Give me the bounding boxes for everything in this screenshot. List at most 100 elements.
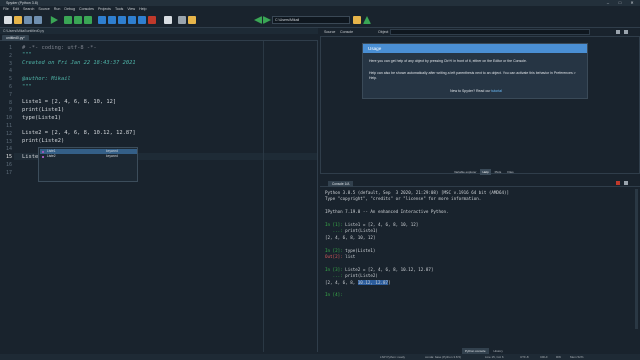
output-prompt: Out[2]: — [325, 254, 346, 259]
console-text: print(Liste1) — [345, 228, 378, 234]
console-text: ...: — [325, 228, 346, 234]
line-gutter: 1 2 3 4 5 6 7 8 9 10 11 12 13 14 15 16 17 — [0, 41, 14, 352]
usage-title: Usage — [363, 44, 587, 53]
working-directory-input[interactable]: C:\Users\Mikail — [272, 16, 350, 24]
console-text: ...: — [325, 273, 346, 279]
console-line: In [3]: Liste2 = [2, 4, 6, 8, 10.12, 12.… — [325, 267, 433, 272]
python-path-icon[interactable] — [188, 16, 196, 24]
window-title: Spyder (Python 3.8) — [6, 1, 38, 5]
line-number: 10 — [5, 115, 12, 122]
console-text: Python 3.8.5 (default, Sep 3 2020, 21:29… — [325, 190, 510, 195]
line-number: 6 — [8, 84, 12, 90]
code-line: Liste1 = [2, 4, 6, 8, 10, 12] — [22, 99, 117, 106]
status-lsp: LSP Python: ready — [380, 355, 405, 359]
status-rw: RW — [556, 355, 561, 359]
status-eol: CRLF — [540, 355, 548, 359]
run-icon[interactable] — [50, 16, 58, 24]
code-line: Created on Fri Jan 22 18:43:37 2021 — [22, 60, 136, 67]
maximize-pane-icon[interactable] — [164, 16, 172, 24]
run-cell-icon[interactable] — [64, 16, 72, 24]
console-line: [2, 4, 6, 8, 10, 12] — [325, 235, 375, 240]
step-icon[interactable] — [108, 16, 116, 24]
line-number: 2 — [8, 52, 12, 59]
console-scrollbar[interactable] — [635, 189, 638, 329]
preferences-icon[interactable] — [178, 16, 186, 24]
toolbar: C:\Users\Mikail — [0, 12, 640, 28]
variable-icon — [42, 155, 44, 158]
line-number: 16 — [5, 162, 12, 168]
console-line: [2, 4, 6, 8, 10.12, 12.87] — [325, 279, 391, 285]
console-line: IPython 7.19.0 -- An enhanced Interactiv… — [325, 209, 449, 214]
tab-help[interactable]: Help — [480, 169, 491, 175]
forward-icon[interactable] — [263, 16, 271, 24]
usage-paragraph-2: Help can also be shown automatically aft… — [369, 71, 576, 80]
autocomplete-kind: keyword — [106, 154, 118, 158]
back-icon[interactable] — [254, 16, 262, 24]
status-bar: LSP Python: ready conda: base (Python 3.… — [0, 354, 640, 360]
help-object-label: Object — [378, 30, 389, 34]
console-line: Type "copyright", "credits" or "license"… — [325, 196, 481, 201]
tab-variable-explorer[interactable]: Variable explorer — [452, 169, 478, 175]
line-number: 5 — [8, 76, 12, 83]
interrupt-kernel-icon[interactable] — [616, 181, 620, 185]
help-source-label[interactable]: Source — [324, 28, 335, 36]
console-text: ] — [388, 279, 391, 285]
line-number: 11 — [5, 123, 12, 129]
line-number: 7 — [8, 91, 12, 98]
continue-icon[interactable] — [138, 16, 146, 24]
help-object-input[interactable] — [390, 29, 590, 35]
open-folder-icon[interactable] — [14, 16, 22, 24]
run-selection-icon[interactable] — [84, 16, 92, 24]
new-file-icon[interactable] — [4, 16, 12, 24]
line-number: 8 — [8, 99, 12, 106]
save-icon[interactable] — [24, 16, 32, 24]
autocomplete-popup[interactable]: Liste1 keyword Liste2 keyword — [38, 147, 138, 182]
tutorial-link[interactable]: tutorial — [491, 89, 502, 93]
console-text: Liste2 = [2, 4, 6, 8, 10.12, 12.87] — [345, 266, 434, 272]
tab-files[interactable]: Files — [505, 169, 515, 175]
line-number: 9 — [8, 107, 12, 114]
options-icon[interactable] — [624, 30, 628, 34]
run-cell-advance-icon[interactable] — [74, 16, 82, 24]
console-text: IPython 7.19.0 -- An enhanced Interactiv… — [325, 209, 449, 215]
console-text: Type "copyright", "credits" or "license"… — [325, 196, 482, 202]
line-number: 4 — [8, 68, 12, 75]
help-bottom-tabs: Variable explorer Help Plots Files — [452, 169, 516, 175]
line-number: 3 — [8, 60, 12, 67]
console-text: [2, 4, 6, 8, — [325, 279, 358, 285]
autocomplete-label: Liste1 — [47, 149, 56, 153]
line-number: 17 — [5, 169, 12, 176]
code-line: Liste2 = [2, 4, 6, 8, 10.12, 12.87] — [22, 130, 136, 137]
stop-icon[interactable] — [148, 16, 156, 24]
step-into-icon[interactable] — [118, 16, 126, 24]
debug-icon[interactable] — [98, 16, 106, 24]
line-number: 12 — [5, 130, 12, 137]
help-console-select[interactable]: Console — [340, 28, 353, 36]
save-all-icon[interactable] — [34, 16, 42, 24]
console-text: list — [345, 254, 356, 259]
input-prompt: In [4]: — [325, 292, 346, 298]
console-options-icon[interactable] — [624, 181, 628, 185]
code-line: print(Liste2) — [22, 138, 65, 145]
help-header: Source Console Object — [320, 28, 640, 36]
autocomplete-item[interactable]: Liste2 keyword — [40, 154, 137, 159]
browse-folder-icon[interactable] — [353, 16, 361, 24]
status-encoding: UTF-8 — [520, 355, 529, 359]
console-line: Python 3.8.5 (default, Sep 3 2020, 21:29… — [325, 190, 509, 195]
console-line: In [2]: type(Liste1) — [325, 248, 375, 253]
tab-plots[interactable]: Plots — [493, 169, 504, 175]
parent-folder-icon[interactable] — [363, 16, 371, 24]
code-line: """ — [22, 83, 32, 90]
lock-icon[interactable] — [616, 30, 620, 34]
code-line: """ — [22, 52, 32, 59]
console-line: Out[2]: list — [325, 254, 355, 259]
line-number: 1 — [8, 45, 12, 51]
step-return-icon[interactable] — [128, 16, 136, 24]
ipython-console[interactable]: Python 3.8.5 (default, Sep 3 2020, 21:29… — [320, 187, 640, 345]
code-line: Liste — [22, 153, 39, 160]
code-editor[interactable]: 1 2 3 4 5 6 7 8 9 10 11 12 13 14 15 16 17 # -*- coding: … — [0, 41, 318, 352]
code-line: @author: Mikail — [22, 75, 71, 82]
console-line: In [1]: Liste1 = [2, 4, 6, 8, 10, 12] — [325, 222, 418, 227]
edge-line — [263, 41, 264, 352]
input-prompt: In [2]: — [325, 247, 346, 253]
